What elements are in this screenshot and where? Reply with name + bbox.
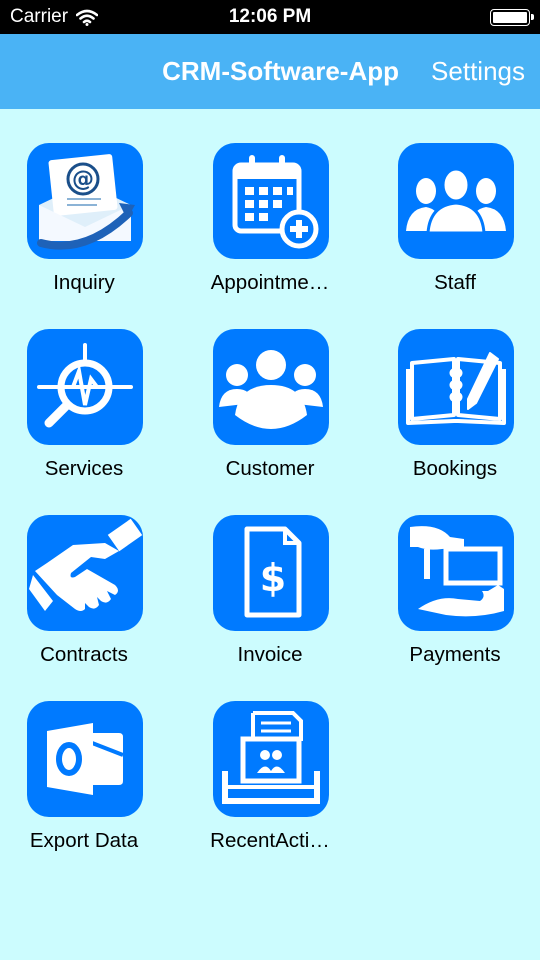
tile-label: Appointme… <box>210 271 330 294</box>
svg-text:$: $ <box>260 556 286 600</box>
tile-contracts[interactable]: Contracts <box>0 515 177 701</box>
tile-bookings[interactable]: Bookings <box>362 329 540 515</box>
invoice-dollar-icon: $ <box>213 515 329 631</box>
tile-export-data[interactable]: Export Data <box>0 701 177 887</box>
tile-label: RecentActi… <box>210 829 330 852</box>
search-waveform-icon <box>27 329 143 445</box>
group-people-icon <box>398 143 514 259</box>
tile-staff[interactable]: Staff <box>362 143 540 329</box>
app-title: CRM-Software-App <box>162 56 399 86</box>
tile-label: Invoice <box>237 643 303 666</box>
tile-label: Payments <box>409 643 501 666</box>
battery-icon <box>490 9 534 26</box>
tile-invoice[interactable]: $ Invoice <box>177 515 363 701</box>
calendar-add-icon <box>213 143 329 259</box>
status-time: 12:06 PM <box>228 6 312 27</box>
tile-label: Inquiry <box>53 271 115 294</box>
tile-label: Contracts <box>40 643 128 666</box>
tile-appointments[interactable]: Appointme… <box>177 143 363 329</box>
tile-label: Bookings <box>412 457 498 480</box>
nav-bar: CRM-Software-App Settings <box>0 34 540 109</box>
tile-label: Customer <box>225 457 315 480</box>
recent-activity-icon <box>213 701 329 817</box>
settings-button[interactable]: Settings <box>431 56 525 87</box>
svg-text:@: @ <box>72 167 94 192</box>
tile-recent-activity[interactable]: RecentActi… <box>177 701 363 887</box>
tile-label: Staff <box>434 271 476 294</box>
status-bar: Carrier 12:06 PM <box>0 0 540 34</box>
tile-services[interactable]: Services <box>0 329 177 515</box>
customers-icon <box>213 329 329 445</box>
outlook-icon <box>27 701 143 817</box>
tile-payments[interactable]: Payments <box>362 515 540 701</box>
tile-inquiry[interactable]: @ Inquiry <box>0 143 177 329</box>
book-pen-icon <box>398 329 514 445</box>
tile-label: Services <box>44 457 124 480</box>
tile-label: Export Data <box>29 829 139 852</box>
handshake-icon <box>27 515 143 631</box>
tile-customer[interactable]: Customer <box>177 329 363 515</box>
email-envelope-icon: @ <box>27 143 143 259</box>
payment-hand-icon <box>398 515 514 631</box>
